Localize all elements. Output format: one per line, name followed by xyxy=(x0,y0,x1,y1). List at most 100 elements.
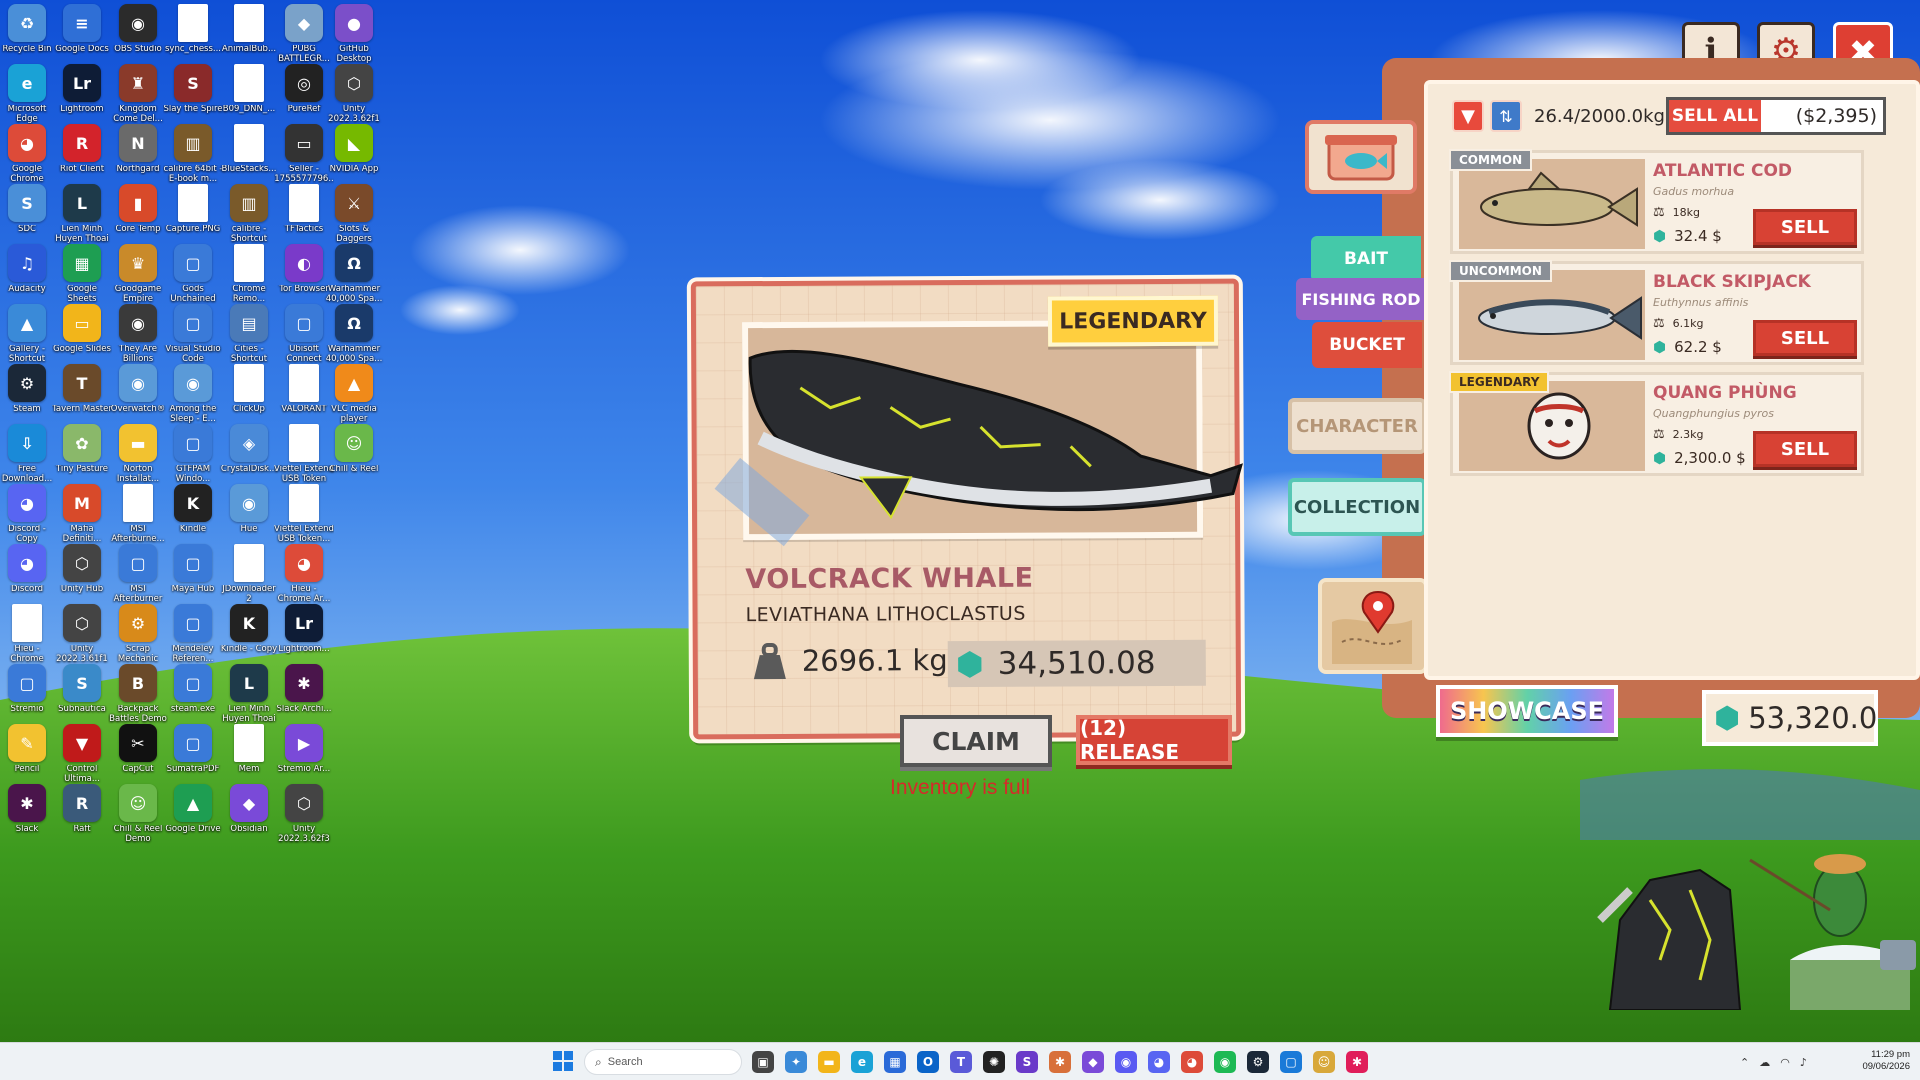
desktop-icon[interactable]: ⬡ Unity 2022.3.62f3 xyxy=(276,784,332,858)
app-icon: ▢ xyxy=(174,724,212,762)
app-icon xyxy=(234,64,264,102)
sell-button[interactable]: SELL xyxy=(1753,431,1857,467)
showcase-button[interactable]: SHOWCASE xyxy=(1436,685,1618,737)
bucket-capacity: 26.4/2000.0kg xyxy=(1534,105,1665,127)
app-icon xyxy=(289,484,319,522)
app-icon: ☺ xyxy=(335,424,373,462)
taskbar-app-copilot[interactable]: ✦ xyxy=(785,1051,807,1073)
desktop-icon[interactable]: ☺ Chill & Reel xyxy=(326,424,382,498)
taskbar-app-discord[interactable]: ◕ xyxy=(1148,1051,1170,1073)
taskbar-app-spotify[interactable]: ◉ xyxy=(1214,1051,1236,1073)
app-icon: ◆ xyxy=(230,784,268,822)
desktop-icon-label: Control Ultima... xyxy=(64,765,100,784)
sell-button[interactable]: SELL xyxy=(1753,209,1857,245)
app-icon: Ω xyxy=(335,244,373,282)
system-tray: ⌃ ☁ ◠ ♪ xyxy=(1740,1043,1807,1080)
bucket-item: COMMON ATLANTIC COD Gadus morhua ⚖ 18kg … xyxy=(1449,149,1864,254)
sell-button[interactable]: SELL xyxy=(1753,320,1857,356)
taskbar-app-slack[interactable]: ✱ xyxy=(1346,1051,1368,1073)
taskbar-app-teams[interactable]: T xyxy=(950,1051,972,1073)
app-icon: ▥ xyxy=(230,184,268,222)
taskbar-app-app-purple[interactable]: ◆ xyxy=(1082,1051,1104,1073)
tab-bait[interactable]: BAIT xyxy=(1311,236,1421,282)
taskbar-app-chatgpt[interactable]: ✺ xyxy=(983,1051,1005,1073)
desktop-icon[interactable]: ☺ Chill & Reel Demo xyxy=(110,784,166,858)
sort-button[interactable]: ⇅ xyxy=(1490,100,1522,132)
taskbar-app-chrome[interactable]: ◕ xyxy=(1181,1051,1203,1073)
speaker-icon[interactable]: ♪ xyxy=(1800,1056,1807,1069)
bucket-item: LEGENDARY QUANG PHÙNG Quangphungius pyro… xyxy=(1449,371,1864,476)
tab-fishing-rod[interactable]: FISHING ROD xyxy=(1296,278,1426,320)
skipjack-fish-icon xyxy=(1478,296,1642,340)
desktop-icon-label: Northgard xyxy=(116,165,160,174)
desktop-icon-label: Google Docs xyxy=(55,45,109,54)
taskbar-app-file-explorer[interactable]: ▬ xyxy=(818,1051,840,1073)
tab-collection[interactable]: COLLECTION xyxy=(1288,478,1426,536)
map-tab-button[interactable] xyxy=(1318,578,1428,674)
app-icon xyxy=(178,4,208,42)
app-icon: ✂ xyxy=(119,724,157,762)
desktop-icon-label: Unity 2022.3.62f3 xyxy=(278,825,330,844)
desktop-icon[interactable]: ◆ Obsidian xyxy=(221,784,277,858)
cod-fish-icon xyxy=(1480,171,1638,227)
chevron-up-icon[interactable]: ⌃ xyxy=(1740,1056,1749,1069)
claim-button[interactable]: CLAIM xyxy=(900,715,1052,767)
app-icon: ▼ xyxy=(63,724,101,762)
taskbar-app-outlook[interactable]: O xyxy=(917,1051,939,1073)
taskbar-clock[interactable]: 11:29 pm 09/06/2026 xyxy=(1846,1049,1910,1073)
desktop-icon-label: Gods Unchained xyxy=(170,285,216,304)
chatgpt-icon: ✺ xyxy=(988,1055,1000,1069)
sell-all-button[interactable]: SELL ALL xyxy=(1669,100,1761,132)
desktop-icon-label: calibre - Shortcut xyxy=(230,225,268,244)
taskbar-search[interactable]: ⌕ Search xyxy=(584,1049,742,1075)
app-icon: ◐ xyxy=(285,244,323,282)
fish-thumbnail xyxy=(1459,381,1645,471)
bucket-tab-icon-button[interactable] xyxy=(1305,120,1417,194)
app-icon: ◉ xyxy=(230,484,268,522)
taskbar-app-visual-studio[interactable]: S xyxy=(1016,1051,1038,1073)
cloud-icon[interactable]: ☁ xyxy=(1759,1056,1770,1069)
start-button[interactable] xyxy=(553,1051,573,1071)
desktop-icon-label: Mafia Definiti... xyxy=(62,525,102,544)
desktop-icon-label: Tavern Master xyxy=(52,405,112,414)
app-icon xyxy=(234,244,264,282)
desktop-icon-label: Unity 2022.3.61f1 xyxy=(56,645,108,664)
tab-character[interactable]: CHARACTER xyxy=(1288,398,1426,454)
app-icon: ▲ xyxy=(174,784,212,822)
taskbar-app-edge[interactable]: e xyxy=(851,1051,873,1073)
app-icon: ▶ xyxy=(285,724,323,762)
desktop-icon-label: Lightroom... xyxy=(278,645,330,654)
app-icon xyxy=(234,544,264,582)
desktop-icon-label: B09_DNN_... xyxy=(222,105,276,114)
desktop-icon-label: SumatraPDF xyxy=(166,765,220,774)
app-icon: L xyxy=(63,184,101,222)
tab-bucket[interactable]: BUCKET xyxy=(1312,322,1422,368)
catch-fish-latin-name: LEVIATHANA LITHOCLASTUS xyxy=(745,602,1026,627)
taskbar-app-vscode[interactable]: ▢ xyxy=(1280,1051,1302,1073)
taskbar-app-messenger[interactable]: ◉ xyxy=(1115,1051,1137,1073)
fish-weight: ⚖ 18kg xyxy=(1653,205,1700,220)
desktop-icon-label: Gallery - Shortcut xyxy=(8,345,46,364)
desktop-icon[interactable]: ▲ Google Drive xyxy=(165,784,221,858)
taskbar-app-steam[interactable]: ⚙ xyxy=(1247,1051,1269,1073)
app-icon xyxy=(123,484,153,522)
desktop-icon[interactable]: R Raft xyxy=(54,784,110,858)
taskbar-app-chill-and-reel[interactable]: ☺ xyxy=(1313,1051,1335,1073)
app-icon xyxy=(178,184,208,222)
app-icon: ▢ xyxy=(285,304,323,342)
taskbar-app-store[interactable]: ▦ xyxy=(884,1051,906,1073)
desktop-icon-label: steam.exe xyxy=(170,705,216,714)
catch-fish-name: VOLCRACK WHALE xyxy=(745,562,1034,596)
app-icon: R xyxy=(63,124,101,162)
app-icon: ▥ xyxy=(174,124,212,162)
filter-button[interactable]: ▼ xyxy=(1452,100,1484,132)
taskbar-app-claude[interactable]: ✱ xyxy=(1049,1051,1071,1073)
release-button[interactable]: (12) RELEASE xyxy=(1076,715,1232,765)
desktop-icon-label: Chill & Reel Demo xyxy=(113,825,163,844)
search-icon: ⌕ xyxy=(595,1054,602,1069)
wifi-icon[interactable]: ◠ xyxy=(1780,1056,1790,1069)
taskbar-app-task-view[interactable]: ▣ xyxy=(752,1051,774,1073)
fish-price: ⬢ 62.2 $ xyxy=(1653,338,1722,356)
fish-name: BLACK SKIPJACK xyxy=(1653,272,1811,292)
desktop-icon[interactable]: ✱ Slack xyxy=(0,784,55,858)
